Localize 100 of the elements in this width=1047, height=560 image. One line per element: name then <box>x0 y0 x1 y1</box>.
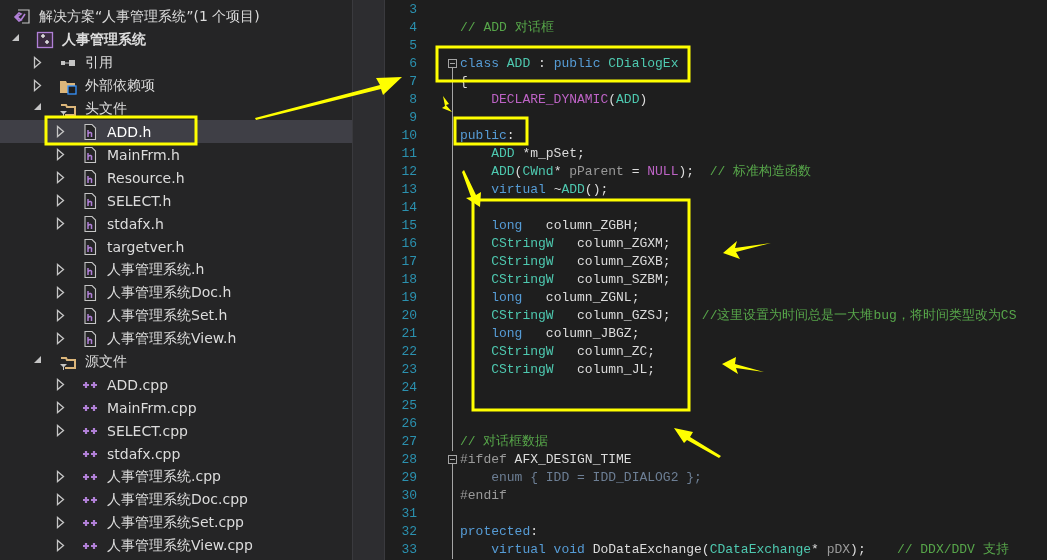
item-label: MainFrm.h <box>107 146 180 163</box>
collapsed-arrow-icon[interactable] <box>55 377 65 391</box>
line-number: 27 <box>400 433 417 451</box>
line-number: 26 <box>400 415 417 433</box>
cpp-file-icon <box>82 380 98 389</box>
code-line: long column_ZGNL; <box>490 289 640 307</box>
collapsed-arrow-icon[interactable] <box>55 170 65 184</box>
header-file-icon <box>81 329 99 348</box>
collapsed-arrow-icon[interactable] <box>55 515 65 529</box>
line-number: 14 <box>400 199 417 217</box>
collapsed-arrow-icon[interactable] <box>55 331 65 345</box>
collapse-icon[interactable] <box>448 455 457 464</box>
item-label: MainFrm.cpp <box>107 399 197 416</box>
item-label: 人事管理系统.cpp <box>107 467 221 486</box>
line-number: 12 <box>400 163 417 181</box>
item-label: targetver.h <box>107 238 185 255</box>
collapsed-arrow-icon[interactable] <box>55 538 65 552</box>
collapsed-arrow-icon[interactable] <box>55 193 65 207</box>
collapsed-arrow-icon[interactable] <box>55 216 65 230</box>
item-label: SELECT.h <box>107 192 172 209</box>
code-line: DECLARE_DYNAMIC(ADD) <box>490 91 648 109</box>
header-file-icon <box>81 145 99 164</box>
code-line: #endif <box>460 487 507 505</box>
item-label: 引用 <box>84 53 113 72</box>
line-number: 16 <box>400 235 417 253</box>
code-line: public: <box>460 127 515 145</box>
item-label: ADD.cpp <box>107 376 169 393</box>
code-line: // 对话框数据 <box>460 433 549 451</box>
collapsed-arrow-icon[interactable] <box>55 308 65 322</box>
collapsed-arrow-icon[interactable] <box>55 147 65 161</box>
code-line: long column_JBGZ; <box>490 325 640 343</box>
line-number: 11 <box>400 145 417 163</box>
item-label: 人事管理系统 <box>62 30 146 49</box>
item-label: stdafx.h <box>107 215 164 232</box>
code-line: CStringW column_JL; <box>490 361 656 379</box>
code-line: protected: <box>460 523 539 541</box>
code-line: CStringW column_GZSJ; //这里设置为时间总是一大堆bug，将时间类型改为CS <box>490 307 1017 325</box>
annotation-arrow <box>462 170 481 207</box>
line-number: 19 <box>400 289 417 307</box>
expanded-arrow-icon[interactable] <box>10 32 20 42</box>
expanded-arrow-icon[interactable] <box>33 354 42 364</box>
line-number: 22 <box>400 343 417 361</box>
item-label: Resource.h <box>107 169 185 186</box>
header-file-icon <box>81 122 99 141</box>
item-label: 头文件 <box>84 99 127 118</box>
code-line: #ifdef AFX_DESIGN_TIME <box>460 451 632 469</box>
collapsed-arrow-icon[interactable] <box>55 423 65 437</box>
line-number: 18 <box>400 271 417 289</box>
header-file-icon <box>81 306 99 325</box>
line-number: 17 <box>400 253 417 271</box>
code-line: long column_ZGBH; <box>490 217 640 235</box>
code-line: CStringW column_SZBM; <box>490 271 671 289</box>
line-number: 10 <box>400 127 417 145</box>
header-file-icon <box>81 191 99 210</box>
collapsed-arrow-icon[interactable] <box>55 285 65 299</box>
annotation-arrow <box>442 96 452 112</box>
line-number: 13 <box>400 181 417 199</box>
code-line: enum { IDD = IDD_DIALOG2 }; <box>490 469 702 487</box>
annotation-arrow <box>723 241 771 259</box>
item-label: 源文件 <box>84 352 127 371</box>
header-file-icon <box>81 214 99 233</box>
line-number: 25 <box>400 397 417 415</box>
collapsed-arrow-icon[interactable] <box>33 78 42 92</box>
collapse-icon[interactable] <box>448 59 457 68</box>
collapsed-arrow-icon[interactable] <box>55 400 65 414</box>
collapsed-arrow-icon[interactable] <box>55 124 65 138</box>
solution-icon <box>13 7 31 26</box>
line-number: 7 <box>408 73 417 91</box>
line-number: 6 <box>408 55 417 73</box>
item-label: SELECT.cpp <box>107 422 188 439</box>
header-file-icon <box>81 260 99 279</box>
line-number: 5 <box>408 37 417 55</box>
item-label: 人事管理系统Set.cpp <box>107 513 244 532</box>
line-number: 8 <box>408 91 417 109</box>
code-line: class ADD : public CDialogEx <box>460 55 679 73</box>
code-line: ADD *m_pSet; <box>490 145 585 163</box>
line-number: 31 <box>400 505 417 523</box>
annotation-arrow <box>674 428 721 458</box>
code-line: CStringW column_ZGXM; <box>490 235 671 253</box>
line-number: 23 <box>400 361 417 379</box>
collapsed-arrow-icon[interactable] <box>55 492 65 506</box>
references-icon <box>60 59 75 66</box>
cpp-file-icon <box>82 495 98 504</box>
line-number: 24 <box>400 379 417 397</box>
collapsed-arrow-icon[interactable] <box>55 262 65 276</box>
item-label: 外部依赖项 <box>84 76 155 95</box>
collapsed-arrow-icon[interactable] <box>33 55 42 69</box>
item-label: 人事管理系统View.h <box>107 329 237 348</box>
code-line: virtual ~ADD(); <box>490 181 609 199</box>
line-number: 9 <box>408 109 417 127</box>
line-number: 15 <box>400 217 417 235</box>
selected-row[interactable]: ADD.h <box>0 120 352 143</box>
expanded-arrow-icon[interactable] <box>33 101 42 111</box>
item-label: 人事管理系统.h <box>107 260 205 279</box>
code-line: virtual void DoDataExchange(CDataExchange* pDX); // DDX/DDV 支持 <box>490 541 1009 559</box>
cpp-file-icon <box>82 449 98 458</box>
cpp-file-icon <box>82 518 98 527</box>
code-line: CStringW column_ZC; <box>490 343 656 361</box>
code-line: CStringW column_ZGXB; <box>490 253 671 271</box>
collapsed-arrow-icon[interactable] <box>55 469 65 483</box>
